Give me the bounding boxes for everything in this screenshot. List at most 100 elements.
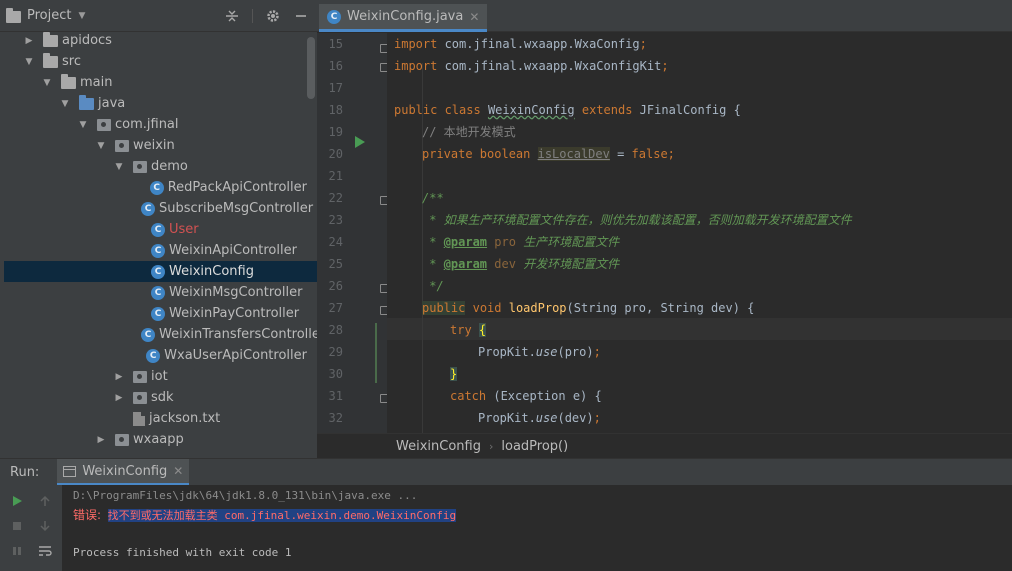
arrow-down-icon[interactable]	[37, 518, 53, 534]
line-number: 20	[328, 147, 343, 161]
stop-icon[interactable]	[9, 518, 25, 534]
tree-item-weixinapicontroller[interactable]: C WeixinApiController	[0, 240, 307, 261]
run-tab-weixinconfig[interactable]: WeixinConfig ✕	[57, 459, 190, 485]
matched-brace: {	[478, 323, 487, 337]
error-message: 找不到或无法加载主类 com.jfinal.weixin.demo.Weixin…	[107, 509, 457, 522]
tree-item-label: src	[62, 54, 81, 69]
tree-item-weixinpaycontroller[interactable]: C WeixinPayController	[0, 303, 307, 324]
folder-icon	[43, 31, 58, 47]
code-line-20: private boolean isLocalDev = false;	[422, 143, 675, 165]
static-method: use	[535, 345, 558, 359]
tree-item-jackson-txt[interactable]: jackson.txt	[0, 408, 307, 429]
tree-item-wxauserapicontroller[interactable]: C WxaUserApiController	[0, 345, 307, 366]
tree-item-label: com.jfinal	[115, 117, 179, 132]
project-view-selector[interactable]: Project	[27, 8, 71, 23]
tree-item-java[interactable]: ▼ java	[0, 93, 307, 114]
chevron-right-icon[interactable]: ▶	[24, 36, 34, 46]
tree-item-weixintransferscontroller[interactable]: C WeixinTransfersController	[0, 324, 317, 345]
tree-item-sdk[interactable]: ▶ sdk	[0, 387, 307, 408]
chevron-down-icon[interactable]: ▼	[42, 78, 52, 88]
tree-item-label: RedPackApiController	[167, 180, 307, 195]
code-line-25: * @param dev 开发环境配置文件	[422, 253, 619, 275]
collapse-all-icon[interactable]	[224, 8, 240, 24]
breadcrumb-class[interactable]: WeixinConfig	[396, 439, 481, 454]
close-icon[interactable]: ✕	[173, 464, 183, 478]
gear-icon[interactable]	[265, 8, 281, 24]
tree-item-label: WxaUserApiController	[164, 348, 307, 363]
console-output[interactable]: D:\ProgramFiles\jdk\64\jdk1.8.0_131\bin\…	[62, 485, 1012, 571]
class-icon: C	[327, 9, 341, 24]
class-name: WeixinConfig	[487, 103, 575, 117]
doc-param: dev	[494, 257, 516, 271]
chevron-right-icon[interactable]: ▶	[96, 435, 106, 445]
tree-item-iot[interactable]: ▶ iot	[0, 366, 307, 387]
code-line-23: * 如果生产环境配置文件存在，则优先加载该配置，否则加载开发环境配置文件	[422, 209, 851, 231]
line-number: 30	[328, 367, 343, 381]
line-number: 21	[328, 169, 343, 183]
run-label: Run:	[10, 464, 40, 480]
chevron-right-icon[interactable]: ▶	[114, 393, 124, 403]
console-error-line: 错误: 找不到或无法加载主类 com.jfinal.weixin.demo.We…	[73, 506, 457, 523]
keyword: import	[394, 37, 438, 51]
doc-comment: */	[422, 279, 444, 293]
tree-item-user[interactable]: C User	[0, 219, 307, 240]
code-text: PropKit.	[478, 411, 536, 425]
keyword: try	[450, 323, 472, 337]
chevron-right-icon[interactable]: ▶	[114, 372, 124, 382]
chevron-down-icon[interactable]: ▼	[114, 162, 124, 172]
tree-item-redpackapicontroller[interactable]: C RedPackApiController	[0, 177, 307, 198]
run-gutter-icon[interactable]	[355, 136, 365, 148]
class-icon: C	[151, 222, 165, 237]
tree-item-demo[interactable]: ▼ demo	[0, 156, 307, 177]
keyword: import	[394, 59, 438, 73]
tree-item-subscribemsgcontroller[interactable]: C SubscribeMsgController	[0, 198, 313, 219]
tree-item-src[interactable]: ▼ src	[0, 51, 307, 72]
tree-item-label: WeixinMsgController	[169, 285, 303, 300]
doc-comment: 生产环境配置文件	[515, 235, 620, 249]
close-icon[interactable]: ✕	[469, 10, 479, 24]
tree-item-label: User	[169, 222, 199, 237]
tree-item-label: WeixinPayController	[169, 306, 300, 321]
breadcrumb-method[interactable]: loadProp()	[501, 439, 568, 454]
semicolon: ;	[661, 59, 669, 73]
matched-brace: }	[450, 367, 458, 381]
tree-item-apidocs[interactable]: ▶ apidocs	[0, 30, 307, 51]
line-number: 26	[328, 279, 343, 293]
tree-item-weixinconfig[interactable]: C WeixinConfig	[4, 261, 317, 282]
tab-weixinconfig-java[interactable]: C WeixinConfig.java ✕	[319, 4, 488, 32]
hide-panel-icon[interactable]	[293, 8, 309, 24]
pause-icon[interactable]	[9, 543, 25, 559]
chevron-down-icon[interactable]: ▼	[24, 57, 34, 67]
chevron-down-icon[interactable]: ▼	[96, 141, 106, 151]
tree-item-wxaapp[interactable]: ▶ wxaapp	[0, 429, 307, 450]
rerun-icon[interactable]	[9, 493, 25, 509]
chevron-down-icon[interactable]: ▼	[78, 11, 85, 21]
package-icon	[115, 433, 129, 446]
tree-item-main[interactable]: ▼ main	[0, 72, 307, 93]
chevron-down-icon[interactable]: ▼	[78, 120, 88, 130]
doc-param: pro	[494, 235, 516, 249]
line-number: 16	[328, 59, 343, 73]
tree-item-weixin[interactable]: ▼ weixin	[0, 135, 307, 156]
code-line-32: PropKit.use(dev);	[478, 407, 601, 429]
tree-item-label: iot	[151, 369, 168, 384]
run-toolbar	[0, 485, 62, 571]
chevron-down-icon[interactable]: ▼	[60, 99, 70, 109]
code-editor[interactable]: import com.jfinal.wxaapp.WxaConfig; impo…	[387, 33, 1012, 433]
project-tree-scrollbar[interactable]	[307, 37, 315, 99]
line-number: 28	[328, 323, 343, 337]
comment: // 本地开发模式	[422, 125, 516, 139]
package-icon	[133, 370, 147, 383]
soft-wrap-icon[interactable]	[37, 543, 53, 559]
tree-item-weixinmsgcontroller[interactable]: C WeixinMsgController	[0, 282, 307, 303]
semicolon: ;	[593, 411, 601, 425]
arrow-up-icon[interactable]	[37, 493, 53, 509]
package-icon	[133, 391, 147, 404]
class-icon: C	[141, 201, 155, 216]
tree-item-com-jfinal[interactable]: ▼ com.jfinal	[0, 114, 307, 135]
class-icon: C	[151, 306, 165, 321]
line-number: 27	[328, 301, 343, 315]
code-text: com.jfinal.wxaapp.WxaConfig	[437, 37, 640, 51]
code-text: =	[609, 147, 632, 161]
run-tab-label: WeixinConfig	[82, 463, 168, 479]
